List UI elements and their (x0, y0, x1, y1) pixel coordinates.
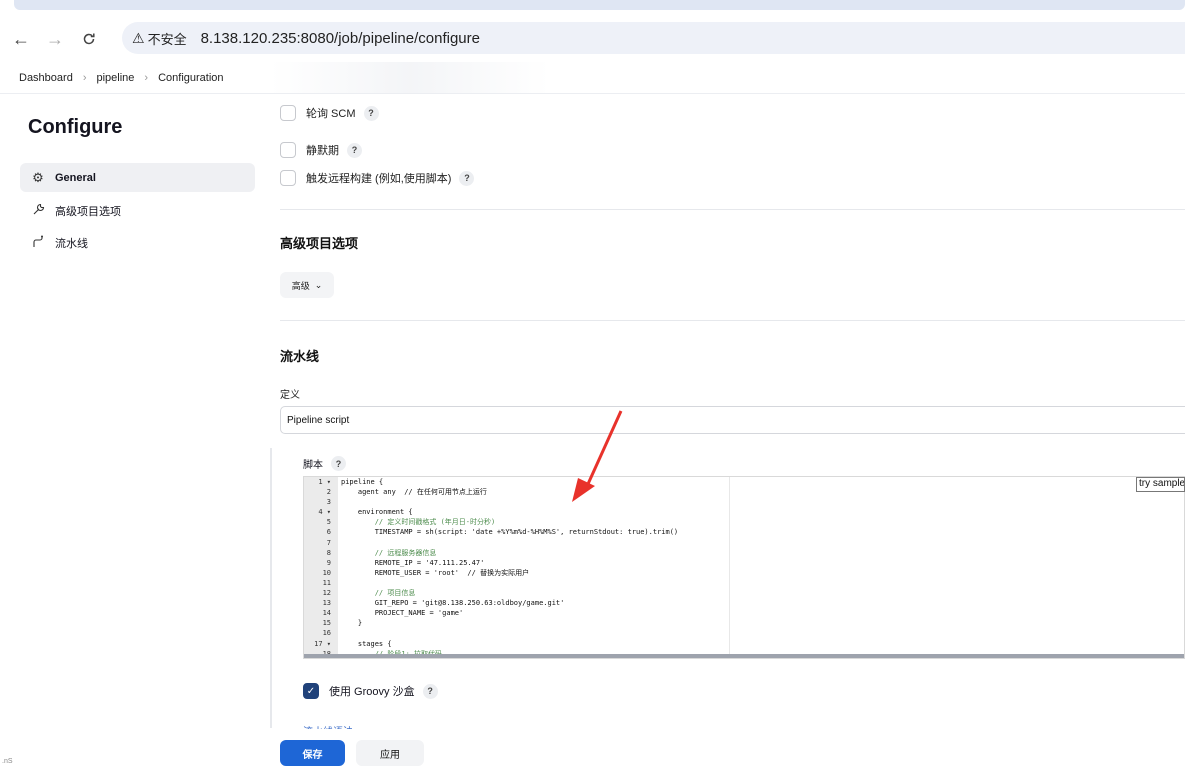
annotation-arrow (572, 410, 623, 502)
corner-mark: .nS (2, 758, 13, 765)
